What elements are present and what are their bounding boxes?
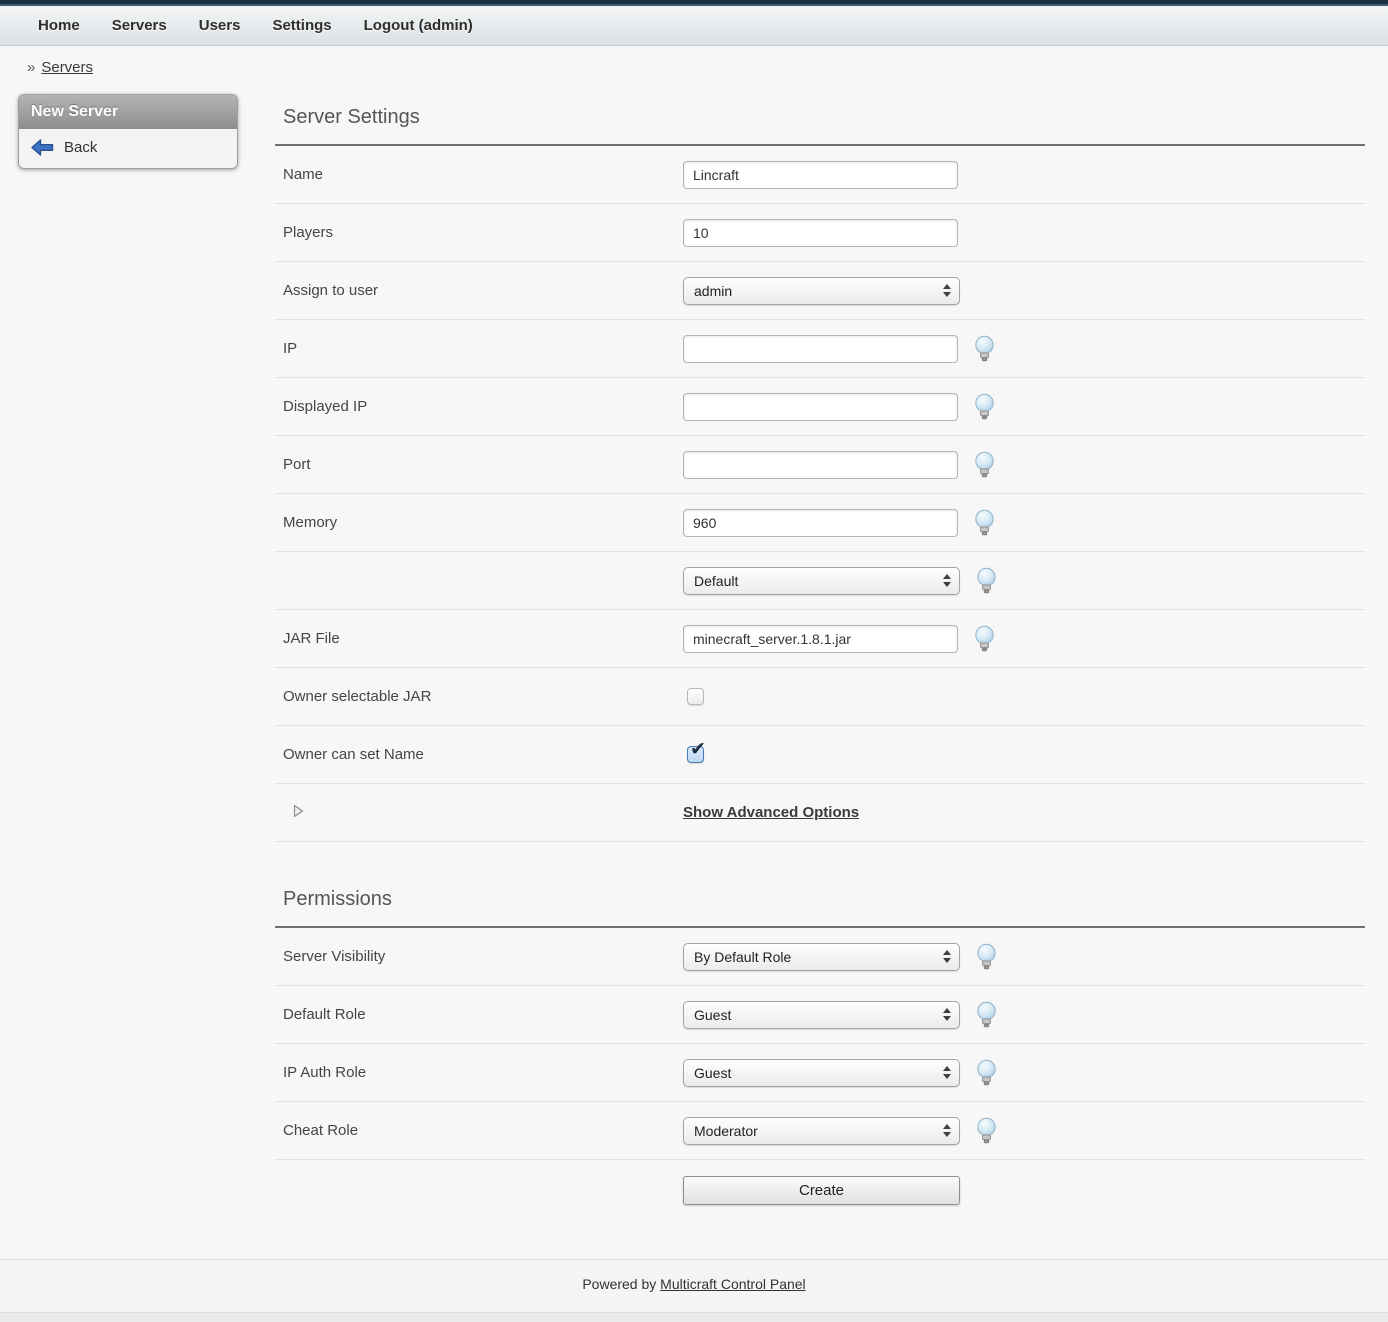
server-visibility-selected-value: By Default Role bbox=[694, 949, 791, 965]
owner-can-set-name-checkbox[interactable] bbox=[687, 746, 704, 763]
bottom-strip bbox=[0, 1312, 1388, 1322]
assign-user-select[interactable]: admin bbox=[683, 277, 960, 305]
select-stepper-icon bbox=[943, 1008, 952, 1021]
cheat-role-select[interactable]: Moderator bbox=[683, 1117, 960, 1145]
show-advanced-options-link[interactable]: Show Advanced Options bbox=[683, 804, 859, 821]
select-stepper-icon bbox=[943, 284, 952, 297]
hint-bulb-icon[interactable] bbox=[976, 1059, 997, 1087]
ip-auth-role-label: IP Auth Role bbox=[283, 1064, 683, 1081]
players-label: Players bbox=[283, 224, 683, 241]
cheat-role-selected-value: Moderator bbox=[694, 1123, 758, 1139]
owner-selectable-jar-label: Owner selectable JAR bbox=[283, 688, 683, 705]
displayed-ip-input[interactable] bbox=[683, 393, 958, 421]
form-row-ip: IP bbox=[275, 320, 1365, 378]
permissions-title: Permissions bbox=[275, 842, 1365, 928]
ip-auth-role-selected-value: Guest bbox=[694, 1065, 731, 1081]
jar-file-label: JAR File bbox=[283, 630, 683, 647]
default-role-selected-value: Guest bbox=[694, 1007, 731, 1023]
hint-bulb-icon[interactable] bbox=[976, 943, 997, 971]
form-row-name: Name bbox=[275, 146, 1365, 204]
default-role-label: Default Role bbox=[283, 1006, 683, 1023]
form-row-players: Players bbox=[275, 204, 1365, 262]
assign-user-selected-value: admin bbox=[694, 283, 732, 299]
select-stepper-icon bbox=[943, 1124, 952, 1137]
form-row-port: Port bbox=[275, 436, 1365, 494]
ip-input[interactable] bbox=[683, 335, 958, 363]
content-layout: New Server Back Server Settings Name bbox=[0, 86, 1388, 1259]
server-visibility-select[interactable]: By Default Role bbox=[683, 943, 960, 971]
sidebar-new-server-box: New Server Back bbox=[18, 94, 238, 169]
select-stepper-icon bbox=[943, 574, 952, 587]
form-row-jar-file: JAR File bbox=[275, 610, 1365, 668]
form-row-advanced-options: Show Advanced Options bbox=[275, 784, 1365, 842]
port-label: Port bbox=[283, 456, 683, 473]
players-input[interactable] bbox=[683, 219, 958, 247]
back-button[interactable]: Back bbox=[31, 139, 225, 156]
main-panel: Server Settings Name Players Assign to u… bbox=[275, 86, 1365, 1231]
breadcrumb-separator: » bbox=[27, 59, 35, 76]
breadcrumb: » Servers bbox=[0, 46, 1388, 86]
form-row-server-visibility: Server Visibility By Default Role bbox=[275, 928, 1365, 986]
form-row-displayed-ip: Displayed IP bbox=[275, 378, 1365, 436]
cheat-role-label: Cheat Role bbox=[283, 1122, 683, 1139]
advanced-options-disclosure bbox=[283, 804, 683, 822]
back-arrow-icon bbox=[31, 139, 54, 156]
form-row-default-role: Default Role Guest bbox=[275, 986, 1365, 1044]
create-row: Create bbox=[275, 1160, 1365, 1231]
create-button[interactable]: Create bbox=[683, 1176, 960, 1205]
form-row-owner-can-set-name: Owner can set Name bbox=[275, 726, 1365, 784]
sidebar-title: New Server bbox=[19, 95, 237, 129]
jar-default-selected-value: Default bbox=[694, 573, 738, 589]
breadcrumb-link-servers[interactable]: Servers bbox=[41, 59, 93, 76]
hint-bulb-icon[interactable] bbox=[974, 509, 995, 537]
footer-text: Powered by bbox=[582, 1276, 656, 1292]
nav-item-settings[interactable]: Settings bbox=[272, 17, 331, 34]
hint-bulb-icon[interactable] bbox=[976, 1117, 997, 1145]
hint-bulb-icon[interactable] bbox=[974, 451, 995, 479]
port-input[interactable] bbox=[683, 451, 958, 479]
hint-bulb-icon[interactable] bbox=[974, 393, 995, 421]
main-navigation: Home Servers Users Settings Logout (admi… bbox=[0, 6, 1388, 46]
nav-item-servers[interactable]: Servers bbox=[112, 17, 167, 34]
nav-item-home[interactable]: Home bbox=[38, 17, 80, 34]
displayed-ip-label: Displayed IP bbox=[283, 398, 683, 415]
select-stepper-icon bbox=[943, 950, 952, 963]
select-stepper-icon bbox=[943, 1066, 952, 1079]
name-label: Name bbox=[283, 166, 683, 183]
memory-label: Memory bbox=[283, 514, 683, 531]
disclosure-triangle-icon[interactable] bbox=[293, 804, 304, 818]
hint-bulb-icon[interactable] bbox=[976, 1001, 997, 1029]
hint-bulb-icon[interactable] bbox=[974, 335, 995, 363]
form-row-assign-user: Assign to user admin bbox=[275, 262, 1365, 320]
jar-default-select[interactable]: Default bbox=[683, 567, 960, 595]
back-label: Back bbox=[64, 139, 97, 156]
nav-item-logout[interactable]: Logout (admin) bbox=[364, 17, 473, 34]
ip-auth-role-select[interactable]: Guest bbox=[683, 1059, 960, 1087]
section-server-settings: Server Settings Name Players Assign to u… bbox=[275, 86, 1365, 842]
nav-item-users[interactable]: Users bbox=[199, 17, 241, 34]
server-visibility-label: Server Visibility bbox=[283, 948, 683, 965]
owner-can-set-name-label: Owner can set Name bbox=[283, 746, 683, 763]
form-row-owner-selectable-jar: Owner selectable JAR bbox=[275, 668, 1365, 726]
name-input[interactable] bbox=[683, 161, 958, 189]
form-row-ip-auth-role: IP Auth Role Guest bbox=[275, 1044, 1365, 1102]
owner-selectable-jar-checkbox[interactable] bbox=[687, 688, 704, 705]
multicraft-page: Home Servers Users Settings Logout (admi… bbox=[0, 0, 1388, 1322]
hint-bulb-icon[interactable] bbox=[974, 625, 995, 653]
form-row-jar-default: Default bbox=[275, 552, 1365, 610]
sidebar-body: Back bbox=[19, 129, 237, 168]
form-row-memory: Memory bbox=[275, 494, 1365, 552]
assign-user-label: Assign to user bbox=[283, 282, 683, 299]
memory-input[interactable] bbox=[683, 509, 958, 537]
footer: Powered by Multicraft Control Panel bbox=[0, 1259, 1388, 1312]
server-settings-title: Server Settings bbox=[275, 86, 1365, 146]
footer-multicraft-link[interactable]: Multicraft Control Panel bbox=[660, 1276, 806, 1292]
hint-bulb-icon[interactable] bbox=[976, 567, 997, 595]
jar-file-input[interactable] bbox=[683, 625, 958, 653]
default-role-select[interactable]: Guest bbox=[683, 1001, 960, 1029]
section-permissions: Permissions Server Visibility By Default… bbox=[275, 842, 1365, 1231]
ip-label: IP bbox=[283, 340, 683, 357]
form-row-cheat-role: Cheat Role Moderator bbox=[275, 1102, 1365, 1160]
